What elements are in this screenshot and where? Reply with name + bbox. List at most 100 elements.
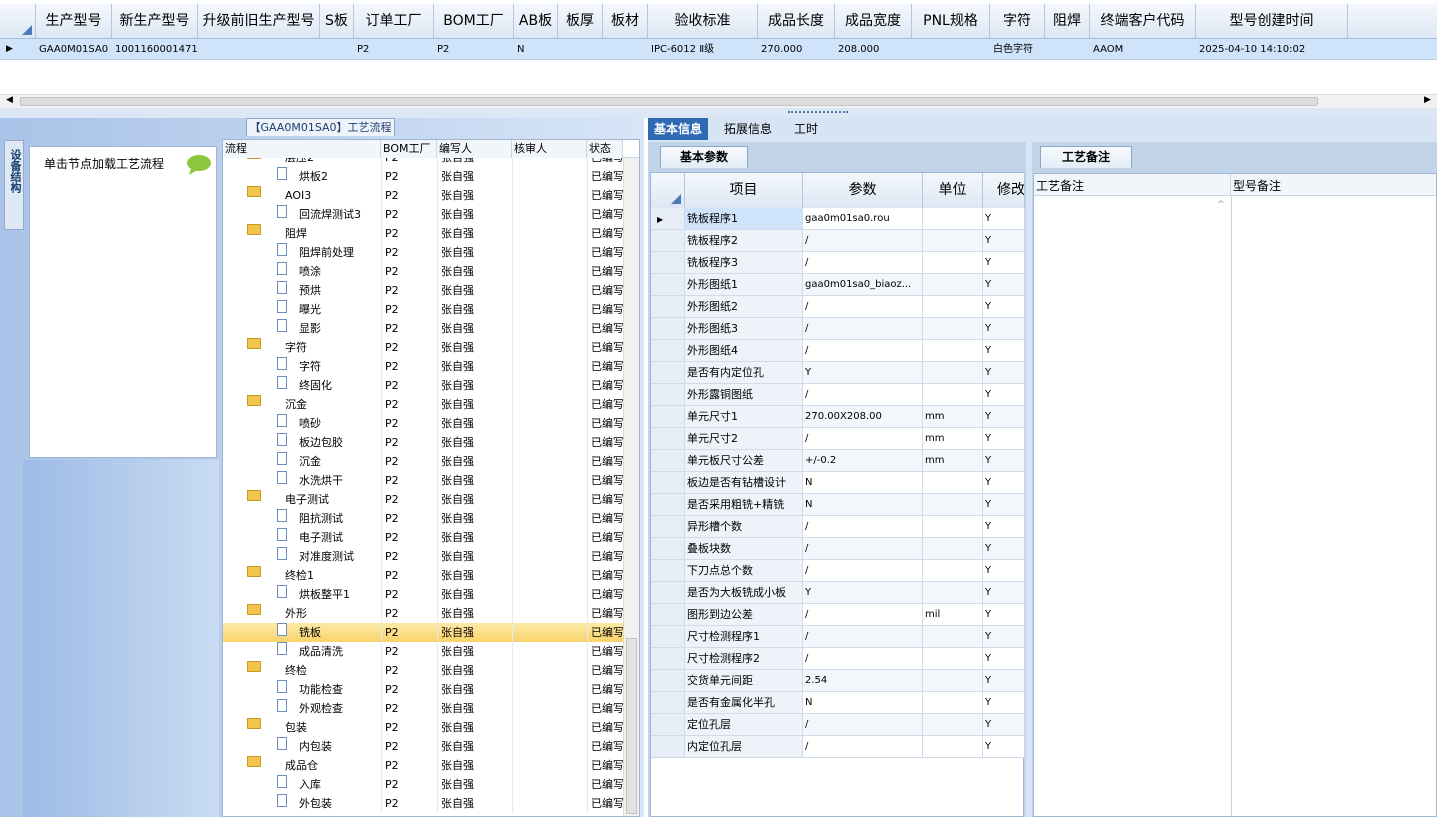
param-modify[interactable]: Y	[983, 472, 1025, 493]
param-value[interactable]: gaa0m01sa0_biaoz...	[803, 274, 923, 295]
param-value[interactable]: /	[803, 296, 923, 317]
tree-node[interactable]: 功能检查 P2 张自强 已编写	[223, 680, 623, 699]
tree-node[interactable]: 外观检查 P2 张自强 已编写	[223, 699, 623, 718]
param-unit[interactable]: mil	[923, 604, 983, 625]
tree-node[interactable]: − 电子测试P2张自强已编写	[223, 490, 623, 509]
table-cell[interactable]: GAA0M01SA0	[36, 39, 112, 60]
tree-node[interactable]: 内包装 P2 张自强 已编写	[223, 737, 623, 756]
param-row[interactable]: 铣板程序2/ Y	[651, 230, 1025, 252]
tree-node[interactable]: 烘板2 P2 张自强 已编写	[223, 167, 623, 186]
col-header[interactable]: 板材	[603, 4, 648, 39]
table-cell[interactable]	[320, 39, 354, 60]
param-modify[interactable]: Y	[983, 714, 1025, 735]
param-modify[interactable]: Y	[983, 208, 1025, 229]
tab-basic-info[interactable]: 基本信息	[648, 118, 709, 140]
param-unit[interactable]	[923, 274, 983, 295]
process-notes-input[interactable]	[1036, 198, 1214, 812]
table-cell[interactable]	[603, 39, 648, 60]
param-modify[interactable]: Y	[983, 384, 1025, 405]
horizontal-splitter[interactable]	[0, 108, 1437, 118]
param-unit[interactable]	[923, 318, 983, 339]
param-modify[interactable]: Y	[983, 428, 1025, 449]
param-unit[interactable]	[923, 516, 983, 537]
table-cell[interactable]: N	[514, 39, 558, 60]
tree-node[interactable]: − 字符P2张自强已编写	[223, 338, 623, 357]
param-row[interactable]: 铣板程序3/ Y	[651, 252, 1025, 274]
param-unit[interactable]	[923, 384, 983, 405]
param-row[interactable]: 外形图纸1 gaa0m01sa0_biaoz... Y	[651, 274, 1025, 296]
tree-node[interactable]: − 包装P2张自强已编写	[223, 718, 623, 737]
subtab-basic-params[interactable]: 基本参数	[660, 146, 748, 168]
param-value[interactable]: 2.54	[803, 670, 923, 691]
tree-node[interactable]: − 终检P2张自强已编写	[223, 661, 623, 680]
col-header[interactable]: 型号创建时间	[1196, 4, 1348, 39]
param-unit[interactable]	[923, 252, 983, 273]
param-row[interactable]: 定位孔层 / Y	[651, 714, 1025, 736]
param-value[interactable]: N	[803, 692, 923, 713]
param-value[interactable]: /	[803, 318, 923, 339]
param-unit[interactable]	[923, 692, 983, 713]
col-header[interactable]: 验收标准	[648, 4, 758, 39]
tab-device-structure[interactable]: 设备结构	[4, 140, 24, 230]
param-unit[interactable]	[923, 648, 983, 669]
param-value[interactable]: gaa0m01sa0.rou	[803, 208, 923, 229]
table-cell[interactable]: 10011600014718	[112, 39, 198, 60]
col-header[interactable]: 字符	[990, 4, 1045, 39]
param-unit[interactable]	[923, 736, 983, 757]
param-unit[interactable]	[923, 362, 983, 383]
table-cell[interactable]: 2025-04-10 14:10:02	[1196, 39, 1348, 60]
process-tree[interactable]: 流程 BOM工厂 编写人 核审人 状态 − 层压2P2张自强已编写烘板2P2张自…	[222, 139, 640, 817]
param-value[interactable]: N	[803, 494, 923, 515]
tree-node[interactable]: 对准度测试 P2 张自强 已编写	[223, 547, 623, 566]
param-modify[interactable]: Y	[983, 450, 1025, 471]
param-row[interactable]: 下刀点总个数 / Y	[651, 560, 1025, 582]
tree-node[interactable]: − AOI3P2张自强已编写	[223, 186, 623, 205]
param-value[interactable]: /	[803, 538, 923, 559]
param-value[interactable]: +/-0.2	[803, 450, 923, 471]
param-row[interactable]: 单元尺寸1 270.00X208.00 mm Y	[651, 406, 1025, 428]
param-modify[interactable]: Y	[983, 296, 1025, 317]
param-modify[interactable]: Y	[983, 252, 1025, 273]
param-row[interactable]: 是否为大板铣成小板 Y Y	[651, 582, 1025, 604]
param-unit[interactable]	[923, 296, 983, 317]
col-header[interactable]: 成品宽度	[835, 4, 912, 39]
param-modify[interactable]: Y	[983, 362, 1025, 383]
param-unit[interactable]	[923, 626, 983, 647]
param-modify[interactable]: Y	[983, 736, 1025, 757]
param-unit[interactable]	[923, 472, 983, 493]
param-row[interactable]: 外形露铜图纸 / Y	[651, 384, 1025, 406]
tree-node[interactable]: 铣板 P2 张自强 已编写	[223, 623, 623, 642]
scroll-right-icon[interactable]: ▶	[1424, 95, 1431, 105]
param-modify[interactable]: Y	[983, 318, 1025, 339]
param-modify[interactable]: Y	[983, 626, 1025, 647]
tree-node[interactable]: 曝光 P2 张自强 已编写	[223, 300, 623, 319]
param-unit[interactable]: mm	[923, 406, 983, 427]
param-value[interactable]: /	[803, 736, 923, 757]
tree-node[interactable]: − 层压2P2张自强已编写	[223, 158, 623, 167]
load-hint-box[interactable]: 单击节点加载工艺流程	[29, 146, 217, 458]
param-modify[interactable]: Y	[983, 230, 1025, 251]
param-row[interactable]: 尺寸检测程序1/ Y	[651, 626, 1025, 648]
col-header[interactable]: 板厚	[558, 4, 603, 39]
param-unit[interactable]	[923, 560, 983, 581]
param-modify[interactable]: Y	[983, 538, 1025, 559]
param-value[interactable]: /	[803, 340, 923, 361]
param-value[interactable]: /	[803, 626, 923, 647]
param-row[interactable]: ▶ 铣板程序1 gaa0m01sa0.rou Y	[651, 208, 1025, 230]
param-row[interactable]: 图形到边公差 / mil Y	[651, 604, 1025, 626]
param-row[interactable]: 单元尺寸2/mm Y	[651, 428, 1025, 450]
notes-box[interactable]: 工艺备注 型号备注 ^	[1033, 173, 1437, 817]
tree-node[interactable]: 入库 P2 张自强 已编写	[223, 775, 623, 794]
tab-work-hours[interactable]: 工时	[788, 118, 824, 140]
param-unit[interactable]: mm	[923, 428, 983, 449]
tree-node[interactable]: 阻抗测试 P2 张自强 已编写	[223, 509, 623, 528]
param-modify[interactable]: Y	[983, 494, 1025, 515]
tree-node[interactable]: − 终检1P2张自强已编写	[223, 566, 623, 585]
tree-node[interactable]: − 成品仓P2张自强已编写	[223, 756, 623, 775]
table-cell[interactable]	[1045, 39, 1090, 60]
param-row[interactable]: 外形图纸4/ Y	[651, 340, 1025, 362]
col-header[interactable]: S板	[320, 4, 354, 39]
params-grid[interactable]: 项目 参数 单位 修改 ▶ 铣板程序1 gaa0m01sa0.rou Y 铣板程序2/Y…	[650, 172, 1025, 817]
model-grid[interactable]: 生产型号 新生产型号 升级前旧生产型号 S板 订单工厂 BOM工厂 AB板 板厚 板材 验收标准成…	[0, 0, 1437, 108]
tree-node[interactable]: 喷砂 P2 张自强 已编写	[223, 414, 623, 433]
